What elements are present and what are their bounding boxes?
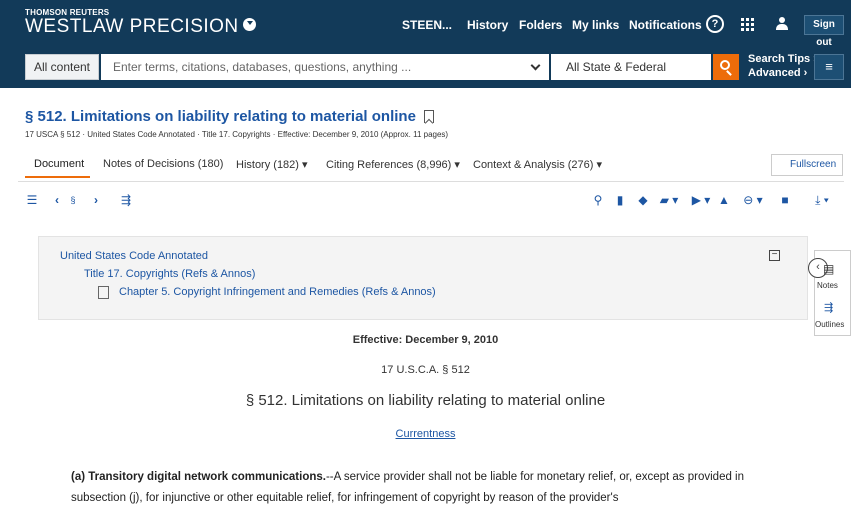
advanced-search-link[interactable]: Advanced › — [748, 66, 817, 80]
document-title-text: § 512. Limitations on liability relating… — [25, 108, 416, 125]
help-icon[interactable]: ? — [706, 15, 724, 33]
tab-citing-references[interactable]: Citing References (8,996) ▾ — [326, 158, 460, 171]
search-within-icon[interactable]: ⚲ — [591, 191, 605, 209]
tab-document[interactable]: Document — [34, 158, 84, 170]
toc-list-icon[interactable]: ☰ — [24, 191, 40, 209]
search-tips-link[interactable]: Search Tips › — [748, 52, 817, 66]
link-icon[interactable]: ⊖ ▾ — [739, 191, 767, 209]
meta-pages: (Approx. 11 pages) — [380, 130, 449, 139]
currentness-link: Currentness — [0, 428, 851, 440]
next-section-icon[interactable]: › — [90, 191, 102, 209]
highlight-icon[interactable]: ▶ ▾ — [690, 191, 712, 209]
toc-link-chapter5[interactable]: Chapter 5. Copyright Infringement and Re… — [119, 286, 436, 298]
notes-panel-label[interactable]: Notes — [817, 281, 838, 290]
toc-breadcrumb-box: United States Code Annotated Title 17. C… — [38, 236, 808, 320]
statute-paragraph: (a) Transitory digital network communica… — [71, 467, 771, 509]
search-tips-links: Search Tips › Advanced › — [748, 52, 817, 80]
brand-name: WESTLAW PRECISION — [25, 17, 256, 37]
nav-notifications[interactable]: Notifications — [629, 18, 702, 32]
content-scope-button[interactable]: All content — [25, 54, 99, 80]
paragraph-lead: (a) Transitory digital network communica… — [71, 471, 326, 483]
search-button[interactable] — [713, 54, 739, 80]
section-heading: § 512. Limitations on liability relating… — [245, 392, 606, 409]
westlaw-logo[interactable]: THOMSON REUTERS WESTLAW PRECISION — [25, 8, 256, 37]
currentness-text[interactable]: Currentness — [396, 428, 456, 440]
meta-cite: 17 USCA § 512 — [25, 130, 81, 139]
outlines-panel-label[interactable]: Outlines — [815, 320, 844, 329]
alert-bell-icon[interactable]: ▲ — [717, 191, 731, 209]
active-tab-indicator — [25, 176, 90, 178]
nav-history[interactable]: History — [467, 18, 508, 32]
user-menu[interactable]: STEEN... — [402, 18, 452, 32]
meta-effective: Effective: December 9, 2010 — [277, 130, 379, 139]
effective-date: Effective: December 9, 2010 — [352, 334, 499, 346]
download-icon[interactable]: ⤓ ▾ — [805, 191, 839, 209]
signout-button[interactable]: Sign out — [804, 15, 844, 48]
divider — [18, 181, 844, 182]
search-icon — [720, 60, 730, 70]
notes-panel-icon[interactable]: ▤ — [823, 262, 834, 276]
brand-big: WESTLAW PRECISION — [25, 16, 239, 37]
outlines-panel-icon[interactable]: ⇶ — [824, 301, 833, 314]
search-input[interactable]: Enter terms, citations, databases, quest… — [101, 54, 549, 80]
meta-source: United States Code Annotated — [87, 130, 195, 139]
nav-mylinks[interactable]: My links — [572, 18, 619, 32]
tab-history[interactable]: History (182) ▾ — [236, 158, 308, 171]
nav-folders[interactable]: Folders — [519, 18, 562, 32]
section-icon[interactable]: § — [67, 191, 79, 209]
collapse-toc-icon[interactable]: − — [769, 250, 780, 261]
tab-notes-of-decisions[interactable]: Notes of Decisions (180) — [103, 158, 223, 170]
search-bar: All content Enter terms, citations, data… — [0, 46, 851, 88]
product-menu-icon[interactable] — [242, 18, 256, 31]
document-title: § 512. Limitations on liability relating… — [25, 108, 434, 125]
chevron-down-icon[interactable] — [530, 60, 541, 71]
apps-grid-icon[interactable] — [741, 18, 755, 31]
document-icon — [98, 286, 109, 299]
tab-context-analysis[interactable]: Context & Analysis (276) ▾ — [473, 158, 602, 171]
book-icon[interactable]: ▮ — [613, 191, 627, 209]
previous-section-icon[interactable]: ‹ — [51, 191, 63, 209]
meta-title: Title 17. Copyrights — [201, 130, 271, 139]
note-icon[interactable]: ▰ ▾ — [658, 191, 680, 209]
statute-citation: 17 U.S.C.A. § 512 — [381, 364, 470, 376]
bookmark-icon[interactable] — [423, 110, 434, 123]
document-meta: 17 USCA § 512 · United States Code Annot… — [25, 130, 449, 139]
search-placeholder: Enter terms, citations, databases, quest… — [113, 60, 412, 74]
toc-link-usca[interactable]: United States Code Annotated — [60, 250, 208, 262]
jurisdiction-selector[interactable]: All State & Federal — [551, 54, 711, 80]
profile-icon[interactable] — [776, 17, 788, 30]
outline-icon[interactable]: ⇶ — [118, 191, 134, 209]
research-list-button[interactable]: ≡ — [814, 54, 844, 80]
folder-icon[interactable]: ■ — [778, 191, 792, 209]
fullscreen-button[interactable]: Fullscreen — [771, 154, 843, 176]
top-header: THOMSON REUTERS WESTLAW PRECISION STEEN.… — [0, 0, 851, 48]
fullscreen-label: Fullscreen — [790, 159, 837, 170]
toc-link-title17[interactable]: Title 17. Copyrights (Refs & Annos) — [84, 268, 255, 280]
tag-icon[interactable]: ◆ — [636, 191, 650, 209]
